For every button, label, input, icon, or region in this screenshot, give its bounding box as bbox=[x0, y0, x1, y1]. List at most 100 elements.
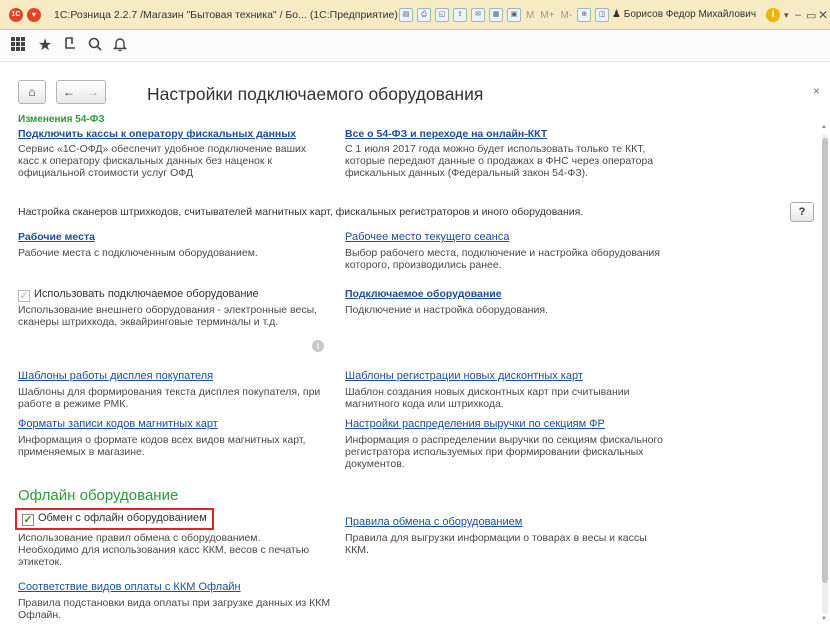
desc-line: сканеры штрихкода, эквайринговые термина… bbox=[18, 316, 279, 328]
back-arrow-icon[interactable]: ← bbox=[63, 81, 75, 103]
workplaces-link[interactable]: Рабочие места bbox=[18, 231, 95, 243]
info-icon[interactable]: i bbox=[312, 340, 324, 352]
help-button[interactable]: ? bbox=[790, 202, 814, 222]
page-title: Настройки подключаемого оборудования bbox=[147, 84, 484, 104]
desc-line: магнитного кода или штрихкода. bbox=[345, 398, 504, 410]
bell-icon[interactable] bbox=[110, 36, 130, 56]
use-equipment-label: Использовать подключаемое оборудование bbox=[34, 288, 259, 300]
info-text: Настройка сканеров штрихкодов, считывате… bbox=[18, 206, 584, 218]
desc-line: регистратора используемых при формирован… bbox=[345, 446, 644, 458]
desc-line: документов. bbox=[345, 458, 405, 470]
minimize-button[interactable]: – bbox=[795, 9, 801, 21]
discount-templates-description: Шаблон создания новых дисконтных карт пр… bbox=[345, 386, 685, 410]
history-icon[interactable] bbox=[60, 36, 80, 56]
revenue-distribution-link[interactable]: Настройки распределения выручки по секци… bbox=[345, 418, 605, 430]
desc-line: официальной стоимости услуг ОФД bbox=[18, 167, 194, 179]
desc-line: применяемых в магазине. bbox=[18, 446, 145, 458]
desc-line: работе в режиме РМК. bbox=[18, 398, 129, 410]
scroll-thumb[interactable] bbox=[822, 138, 828, 583]
desc-line: Офлайн. bbox=[18, 609, 62, 621]
card-formats-description: Информация о формате кодов всех видов ма… bbox=[18, 434, 338, 458]
title-bar: 1С ▾ 1С:Розница 2.2.7 /Магазин "Бытовая … bbox=[0, 0, 830, 30]
memory-button[interactable]: M bbox=[525, 10, 535, 21]
use-equipment-checkbox[interactable]: ✓ Использовать подключаемое оборудование bbox=[18, 288, 259, 302]
offline-exchange-checkbox[interactable]: ✓ Обмен с офлайн оборудованием bbox=[15, 508, 214, 530]
desc-line: Информация о распределении выручки по се… bbox=[345, 434, 663, 446]
about-54fz-description: С 1 июля 2017 года можно будет использов… bbox=[345, 143, 685, 179]
upload-icon[interactable]: ⇪ bbox=[453, 8, 467, 22]
desc-line: касс к оператору фискальных данных без н… bbox=[18, 155, 272, 167]
checkbox-checked-icon: ✓ bbox=[22, 514, 34, 526]
desc-line: фискальных данных (Федеральный закон 54-… bbox=[345, 167, 589, 179]
display-templates-description: Шаблоны для формирования текста дисплея … bbox=[18, 386, 338, 410]
close-window-button[interactable]: ✕ bbox=[818, 8, 828, 22]
payment-types-link[interactable]: Соответствие видов оплаты с ККМ Офлайн bbox=[18, 581, 241, 593]
home-button[interactable]: ⌂ bbox=[18, 80, 46, 104]
home-icon: ⌂ bbox=[28, 85, 36, 99]
desc-line: которого, производились ранее. bbox=[345, 259, 502, 271]
scroll-down-icon[interactable]: ▼ bbox=[821, 616, 827, 622]
changes-header: Изменения 54-ФЗ bbox=[18, 114, 105, 125]
form-header: ⌂ ← → Настройки подключаемого оборудован… bbox=[0, 74, 830, 110]
workplaces-description: Рабочие места с подключенным оборудовани… bbox=[18, 247, 258, 259]
forward-arrow-icon[interactable]: → bbox=[87, 81, 99, 103]
desc-line: ККМ. bbox=[345, 544, 369, 556]
offline-exchange-label: Обмен с офлайн оборудованием bbox=[38, 512, 207, 524]
current-user[interactable]: ♟ Борисов Федор Михайлович bbox=[612, 9, 756, 20]
display-templates-link[interactable]: Шаблоны работы дисплея покупателя bbox=[18, 370, 213, 382]
preview-icon[interactable]: ◱ bbox=[435, 8, 449, 22]
save-icon[interactable]: ▤ bbox=[399, 8, 413, 22]
desc-line: Необходимо для использования касс ККМ, в… bbox=[18, 544, 310, 556]
discount-templates-link[interactable]: Шаблоны регистрации новых дисконтных кар… bbox=[345, 370, 583, 382]
window-title: 1С:Розница 2.2.7 /Магазин "Бытовая техни… bbox=[54, 9, 398, 21]
checkbox-disabled-icon: ✓ bbox=[18, 290, 30, 302]
about-54fz-link[interactable]: Все о 54-ФЗ и переходе на онлайн-ККТ bbox=[345, 128, 547, 140]
current-session-description: Выбор рабочего места, подключение и наст… bbox=[345, 247, 685, 271]
chevron-down-icon[interactable]: ▾ bbox=[784, 10, 789, 21]
card-formats-link[interactable]: Форматы записи кодов магнитных карт bbox=[18, 418, 218, 430]
connected-equipment-description: Подключение и настройка оборудования. bbox=[345, 304, 548, 316]
desc-line: Сервис «1С-ОФД» обеспечит удобное подклю… bbox=[18, 143, 307, 155]
desc-line: Выбор рабочего места, подключение и наст… bbox=[345, 247, 660, 259]
zoom-icon[interactable]: ⊕ bbox=[577, 8, 592, 22]
vertical-scrollbar[interactable]: ▲ ▼ bbox=[821, 124, 828, 624]
star-icon[interactable]: ★ bbox=[35, 36, 55, 56]
user-icon: ♟ bbox=[612, 9, 624, 20]
desc-line: Использование правил обмена с оборудован… bbox=[18, 532, 261, 544]
exchange-rules-link[interactable]: Правила обмена с оборудованием bbox=[345, 516, 522, 528]
connect-ofd-description: Сервис «1С-ОФД» обеспечит удобное подклю… bbox=[18, 143, 338, 179]
desc-line: Информация о формате кодов всех видов ма… bbox=[18, 434, 306, 446]
use-equipment-description: Использование внешнего оборудования - эл… bbox=[18, 304, 338, 328]
titlebar-tools: ▤ ⎙ ◱ ⇪ ✉ ▦ ▣ M M+ M- ⊕ ◫ bbox=[399, 8, 610, 22]
apps-grid-icon[interactable] bbox=[8, 36, 28, 56]
connect-ofd-link[interactable]: Подключить кассы к оператору фискальных … bbox=[18, 128, 296, 140]
connected-equipment-link[interactable]: Подключаемое оборудование bbox=[345, 288, 502, 300]
close-form-button[interactable]: × bbox=[813, 84, 820, 98]
user-name: Борисов Федор Михайлович bbox=[623, 9, 757, 20]
panels-icon[interactable]: ◫ bbox=[595, 8, 610, 22]
maximize-button[interactable]: ▭ bbox=[806, 9, 816, 22]
exchange-rules-description: Правила для выгрузки информации о товара… bbox=[345, 532, 685, 556]
desc-line: Правила подстановки вида оплаты при загр… bbox=[18, 597, 331, 609]
main-toolbar: ★ bbox=[0, 30, 830, 62]
search-icon[interactable] bbox=[85, 36, 105, 56]
memory-plus-button[interactable]: M+ bbox=[539, 10, 555, 21]
table-icon[interactable]: ▦ bbox=[489, 8, 503, 22]
info-icon[interactable]: i bbox=[766, 8, 780, 22]
app-logo-icon[interactable]: 1С bbox=[9, 8, 23, 22]
scroll-up-icon[interactable]: ▲ bbox=[821, 124, 827, 130]
revenue-distribution-description: Информация о распределении выручки по се… bbox=[345, 434, 685, 470]
memory-minus-button[interactable]: M- bbox=[560, 10, 574, 21]
desc-line: Использование внешнего оборудования - эл… bbox=[18, 304, 318, 316]
main-menu-icon[interactable]: ▾ bbox=[27, 8, 41, 22]
desc-line: Шаблон создания новых дисконтных карт пр… bbox=[345, 386, 630, 398]
offline-header: Офлайн оборудование bbox=[18, 487, 179, 504]
print-icon[interactable]: ⎙ bbox=[417, 8, 431, 22]
mail-icon[interactable]: ✉ bbox=[471, 8, 485, 22]
calendar-icon[interactable]: ▣ bbox=[507, 8, 521, 22]
offline-exchange-description: Использование правил обмена с оборудован… bbox=[18, 532, 338, 568]
current-session-workplace-link[interactable]: Рабочее место текущего сеанса bbox=[345, 231, 509, 243]
desc-line: С 1 июля 2017 года можно будет использов… bbox=[345, 143, 646, 155]
desc-line: этикеток. bbox=[18, 556, 63, 568]
history-nav: ← → bbox=[56, 80, 106, 104]
